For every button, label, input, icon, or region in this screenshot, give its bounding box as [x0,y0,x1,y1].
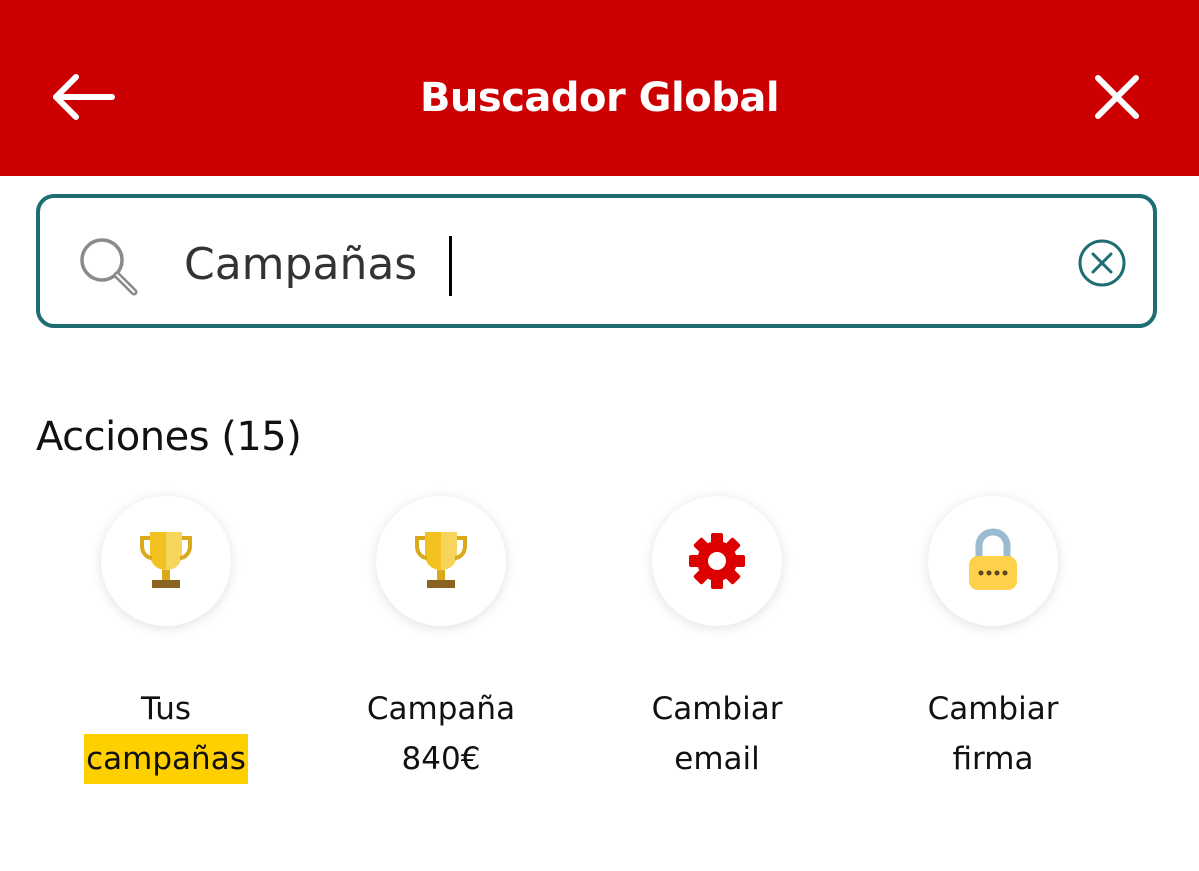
action-cambiar-firma[interactable]: Cambiar firma [893,496,1093,784]
action-label: Campaña 840€ [341,684,541,784]
action-campana-840[interactable]: Campaña 840€ [341,496,541,784]
search-match-highlight: campañas [84,734,248,784]
action-icon-circle [101,496,231,626]
search-input[interactable] [184,230,1044,298]
action-label: Tus campañas [66,684,266,784]
app-header: Buscador Global [0,0,1199,176]
section-title: Acciones (15) [36,414,302,460]
trophy-icon [415,532,467,588]
close-icon [1095,75,1139,119]
clear-circle-icon [1078,239,1126,287]
trophy-icon [140,532,192,588]
search-box [36,194,1157,328]
gear-icon [689,533,745,589]
page-title: Buscador Global [419,75,780,121]
action-label-line1: Campaña [366,691,516,727]
action-icon-circle [928,496,1058,626]
action-icon-circle [376,496,506,626]
text-cursor [449,236,452,296]
search-icon [80,238,138,296]
arrow-left-icon [53,74,115,120]
action-icon-circle [652,496,782,626]
action-label-line1: Cambiar [651,691,783,727]
close-button[interactable] [1086,66,1148,128]
back-button[interactable] [44,66,120,128]
clear-search-button[interactable] [1076,237,1128,289]
action-label-line1: Tus [140,691,192,727]
action-label: Cambiar email [617,684,817,784]
action-label-line2: firma [952,741,1034,777]
action-tus-campanas[interactable]: Tus campañas [66,496,266,784]
action-cambiar-email[interactable]: Cambiar email [617,496,817,784]
action-label-line1: Cambiar [927,691,1059,727]
padlock-icon [969,528,1017,590]
action-label-line2: email [674,741,760,777]
action-label: Cambiar firma [893,684,1093,784]
action-label-line2: 840€ [401,741,481,777]
